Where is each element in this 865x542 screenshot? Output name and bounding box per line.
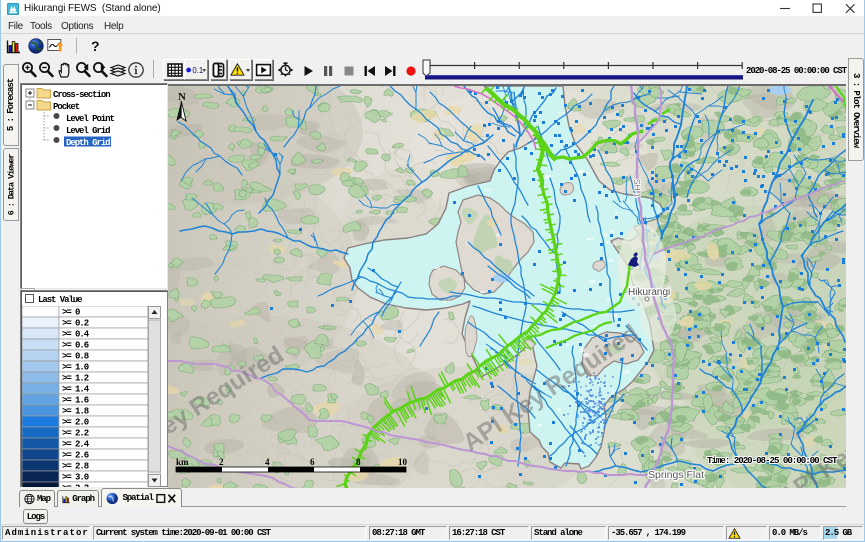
svg-text:N: N [178,91,186,103]
svg-text:4: 4 [265,457,270,467]
svg-text:Springs Flat: Springs Flat [648,469,704,481]
svg-text:>= 0.4: >= 0.4 [62,330,90,340]
svg-text:>= 3.0: >= 3.0 [62,473,89,483]
svg-text:SH 1: SH 1 [632,179,643,199]
svg-text:>= 2.8: >= 2.8 [62,462,89,472]
svg-text:>= 0.6: >= 0.6 [62,341,89,351]
svg-text:Hikurangi: Hikurangi [628,287,670,298]
svg-text:Cross-section: Cross-section [53,90,110,100]
svg-text:>= 2.6: >= 2.6 [62,451,89,461]
svg-text:0.1: 0.1 [192,66,203,75]
svg-text:>= 1.6: >= 1.6 [62,396,89,406]
svg-text:10: 10 [398,457,408,467]
svg-text:2: 2 [219,457,224,467]
svg-text:>= 1.8: >= 1.8 [62,407,89,417]
svg-text:8: 8 [356,457,361,467]
svg-text:>= 2.4: >= 2.4 [62,440,90,450]
svg-text:>= 2.2: >= 2.2 [62,429,89,439]
svg-text:Pocket: Pocket [53,102,80,112]
svg-text:>= 1.4: >= 1.4 [62,385,90,395]
svg-text:>= 1.0: >= 1.0 [62,363,89,373]
svg-text:>= 0.2: >= 0.2 [62,319,89,329]
svg-text:>= 2.0: >= 2.0 [62,418,89,428]
svg-text:>= 3.2: >= 3.2 [62,484,89,487]
svg-text:Time: 2020-08-25 00:00:00 CST: Time: 2020-08-25 00:00:00 CST [707,455,838,466]
svg-text:6: 6 [310,457,315,467]
svg-text:Level Grid: Level Grid [66,126,110,136]
svg-text:Depth Grid: Depth Grid [66,138,110,148]
svg-text:Level Point: Level Point [66,114,115,124]
svg-text:>= 1.2: >= 1.2 [62,374,89,384]
svg-text:>= 0: >= 0 [62,308,80,318]
svg-text:>= 0.8: >= 0.8 [62,352,89,362]
svg-text:km: km [176,457,189,467]
